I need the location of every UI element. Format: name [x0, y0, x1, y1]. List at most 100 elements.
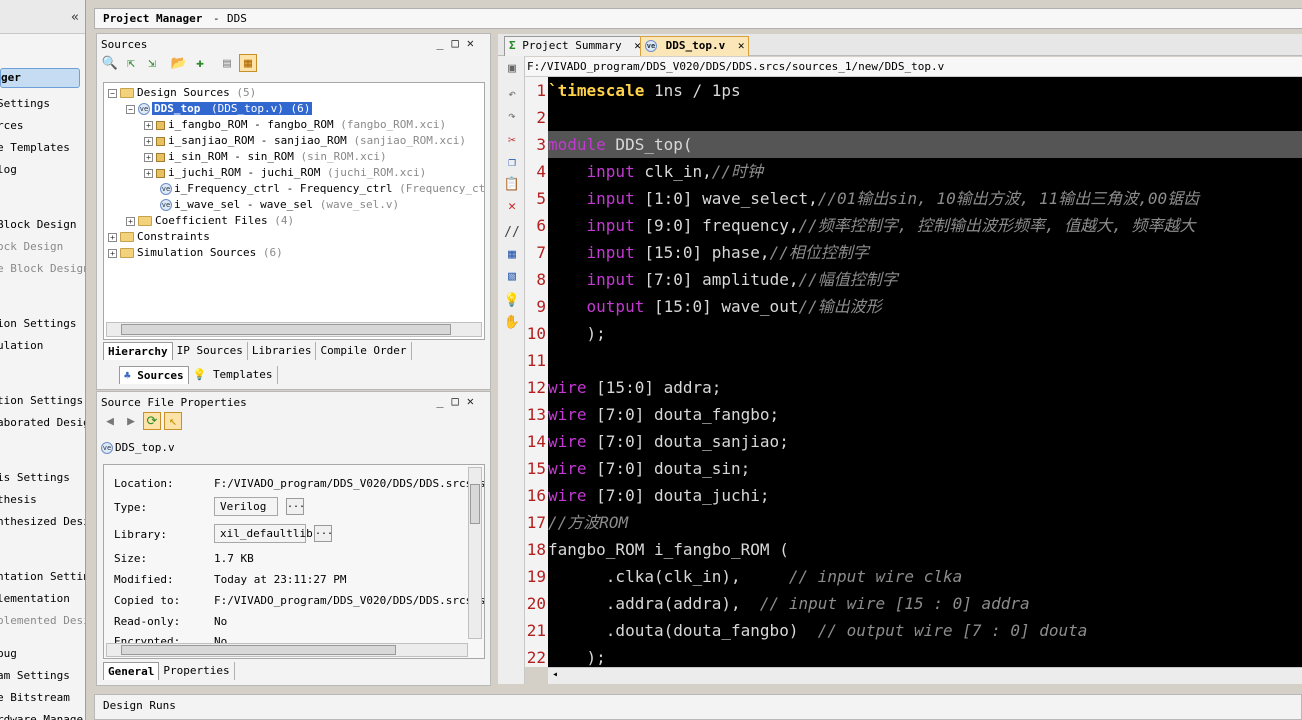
tab-hierarchy[interactable]: Hierarchy [103, 342, 173, 360]
flow-nav-item[interactable]: Settings [0, 97, 50, 111]
code-line[interactable]: .clka(clk_in), // input wire clka [548, 563, 962, 590]
code-line[interactable]: .addra(addra), // input wire [15 : 0] ad… [548, 590, 1030, 617]
code-line[interactable]: wire [7:0] douta_sanjiao; [548, 428, 789, 455]
flow-nav-item[interactable]: e Bitstream [0, 691, 70, 705]
flow-nav-item[interactable]: e Templates [0, 141, 70, 155]
flow-nav-item[interactable]: nthesized Desi [0, 515, 86, 529]
tree-node-dds-top[interactable]: −veDDS_top (DDS_top.v) (6) [126, 101, 312, 117]
properties-vertical-scrollbar[interactable] [468, 467, 482, 639]
find-icon[interactable]: ▧ [503, 268, 521, 286]
tab-project-summary[interactable]: Σ Project Summary ✕ [504, 36, 646, 56]
code-line[interactable]: ); [548, 644, 606, 667]
flow-nav-item[interactable]: bug [0, 647, 17, 661]
save-icon[interactable]: ▣ [503, 60, 521, 78]
properties-icon[interactable]: ▦ [239, 54, 257, 72]
flow-nav-item[interactable]: ion Settings [0, 317, 76, 331]
forward-arrow-icon[interactable]: ▶ [122, 412, 140, 430]
tab-dds-top[interactable]: ve DDS_top.v ✕ [640, 36, 749, 56]
tab-libraries[interactable]: Libraries [248, 342, 317, 360]
code-line[interactable]: wire [7:0] douta_sin; [548, 455, 750, 482]
code-line[interactable]: wire [7:0] douta_juchi; [548, 482, 770, 509]
comment-icon[interactable]: // [503, 224, 521, 242]
tab-templates[interactable]: 💡 Templates [189, 366, 278, 384]
editor-horizontal-scrollbar[interactable]: ◂ [548, 667, 1302, 684]
tree-node-simulation-sources[interactable]: +Simulation Sources (6) [108, 245, 283, 261]
pointer-icon[interactable]: ↖ [164, 412, 182, 430]
type-browse-button[interactable]: ... [286, 498, 304, 515]
code-line[interactable]: wire [7:0] douta_fangbo; [548, 401, 779, 428]
tab-general[interactable]: General [103, 662, 159, 680]
scroll-left-icon[interactable]: ◂ [552, 669, 558, 680]
flow-nav-item[interactable]: rdware Manager [0, 713, 86, 720]
tree-node-wave-sel[interactable]: vei_wave_sel - wave_sel (wave_sel.v) [160, 197, 399, 213]
flow-nav-item[interactable]: e Block Design [0, 262, 86, 276]
flow-nav-item[interactable]: Block Design [0, 218, 76, 232]
collapse-all-icon[interactable]: ⇱ [122, 54, 140, 72]
tab-compile-order[interactable]: Compile Order [316, 342, 411, 360]
flow-nav-item[interactable]: tion Settings [0, 394, 83, 408]
code-line[interactable]: input [9:0] frequency,//频率控制字, 控制输出波形频率,… [548, 212, 1196, 239]
tree-node-juchi-rom[interactable]: +i_juchi_ROM - juchi_ROM (juchi_ROM.xci) [144, 165, 426, 181]
tab-sources[interactable]: ♣ Sources [119, 366, 189, 384]
properties-horizontal-scrollbar[interactable] [106, 643, 468, 657]
code-line[interactable]: input [7:0] amplitude,//幅值控制字 [548, 266, 898, 293]
refresh-icon[interactable]: ⟳ [143, 412, 161, 430]
collapse-icon[interactable]: « [71, 10, 79, 25]
tree-node-design-sources[interactable]: −Design Sources (5) [108, 85, 256, 101]
code-line[interactable]: input [1:0] wave_select,//01输出sin, 10输出方… [548, 185, 1199, 212]
search-icon[interactable]: 🔍 [101, 54, 119, 72]
code-editor[interactable]: `timescale 1ns / 1ps module DDS_top( inpu… [548, 77, 1302, 667]
scrollbar-thumb[interactable] [470, 484, 480, 524]
flow-nav-item[interactable]: log [0, 163, 17, 177]
lightbulb-icon[interactable]: 💡 [503, 292, 521, 310]
tree-node-fangbo-rom[interactable]: +i_fangbo_ROM - fangbo_ROM (fangbo_ROM.x… [144, 117, 446, 133]
close-icon[interactable]: ✕ [738, 39, 745, 52]
library-field[interactable]: xil_defaultlib [214, 524, 306, 543]
code-line[interactable]: input [15:0] phase,//相位控制字 [548, 239, 869, 266]
tree-node-constraints[interactable]: +Constraints [108, 229, 210, 245]
add-hierarchy-icon[interactable]: ✚ [191, 54, 209, 72]
select-block-icon[interactable]: ▦ [503, 246, 521, 264]
flow-nav-item[interactable]: ulation [0, 339, 43, 353]
scrollbar-thumb[interactable] [121, 324, 451, 335]
collapse-toggle-icon[interactable]: − [108, 89, 117, 98]
add-sources-icon[interactable]: 📂 [170, 54, 188, 72]
sources-horizontal-scrollbar[interactable] [106, 322, 482, 337]
flow-nav-item[interactable]: aborated Desig [0, 416, 86, 430]
collapse-toggle-icon[interactable]: − [126, 105, 135, 114]
redo-icon[interactable]: ↷ [503, 108, 521, 126]
paste-icon[interactable]: 📋 [503, 176, 521, 194]
code-line[interactable]: ); [548, 320, 606, 347]
cut-icon[interactable]: ✂ [503, 132, 521, 150]
code-line[interactable]: module DDS_top( [548, 131, 1302, 158]
library-browse-button[interactable]: ... [314, 525, 332, 542]
scrollbar-thumb[interactable] [121, 645, 396, 655]
undo-icon[interactable]: ↶ [503, 86, 521, 104]
tree-node-frequency-ctrl[interactable]: vei_Frequency_ctrl - Frequency_ctrl (Fre… [160, 181, 485, 197]
flow-nav-item[interactable]: ntation Settin [0, 570, 86, 584]
flow-nav-item[interactable]: plemented Desi [0, 614, 86, 628]
panel-window-buttons[interactable]: _□✕ [436, 394, 482, 408]
code-line[interactable]: wire [15:0] addra; [548, 374, 721, 401]
flow-nav-item[interactable]: ock Design [0, 240, 63, 254]
code-line[interactable]: `timescale 1ns / 1ps [548, 77, 741, 104]
copy-icon[interactable]: ❐ [503, 154, 521, 172]
document-icon[interactable]: ▤ [218, 54, 236, 72]
flow-nav-item[interactable]: thesis [0, 493, 37, 507]
code-line[interactable]: output [15:0] wave_out//输出波形 [548, 293, 882, 320]
type-field[interactable]: Verilog [214, 497, 278, 516]
code-line[interactable]: .douta(douta_fangbo) // output wire [7 :… [548, 617, 1087, 644]
tree-node-coefficient-files[interactable]: +Coefficient Files (4) [126, 213, 294, 229]
hand-icon[interactable]: ✋ [503, 314, 521, 332]
back-arrow-icon[interactable]: ◀ [101, 412, 119, 430]
delete-icon[interactable]: ✕ [503, 198, 521, 216]
code-line[interactable]: input clk_in,//时钟 [548, 158, 763, 185]
tab-properties[interactable]: Properties [159, 662, 234, 680]
tree-node-sanjiao-rom[interactable]: +i_sanjiao_ROM - sanjiao_ROM (sanjiao_RO… [144, 133, 466, 149]
flow-nav-item[interactable]: is Settings [0, 471, 70, 485]
tab-ip-sources[interactable]: IP Sources [173, 342, 248, 360]
flow-nav-item[interactable]: lementation [0, 592, 70, 606]
flow-nav-item[interactable]: rces [0, 119, 24, 133]
flow-nav-item[interactable]: ger [0, 68, 80, 88]
code-line[interactable]: //方波ROM [548, 509, 628, 536]
